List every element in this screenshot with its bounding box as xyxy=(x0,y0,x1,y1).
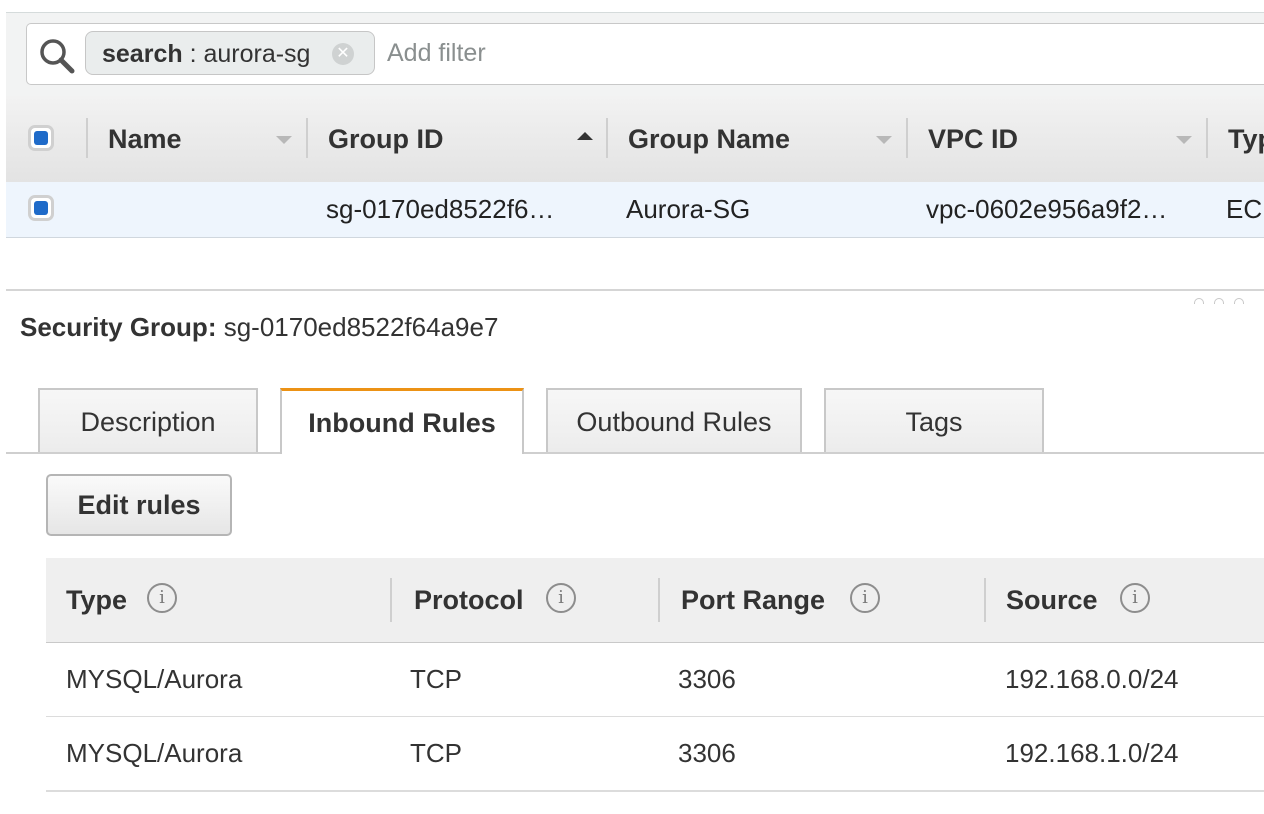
tab-tags[interactable]: Tags xyxy=(824,388,1044,452)
column-header-port-range: Port Range xyxy=(681,585,826,615)
filter-token-separator: : xyxy=(182,40,204,68)
column-divider xyxy=(86,118,88,158)
edit-rules-button[interactable]: Edit rules xyxy=(46,474,232,536)
column-divider xyxy=(390,578,392,622)
tab-inbound-rules[interactable]: Inbound Rules xyxy=(280,388,524,454)
rule-port-range: 3306 xyxy=(678,738,736,768)
rule-protocol: TCP xyxy=(410,738,462,768)
rule-type: MYSQL/Aurora xyxy=(66,738,243,768)
column-header-protocol: Protocol xyxy=(414,585,524,615)
tab-description[interactable]: Description xyxy=(38,388,258,452)
close-icon[interactable]: ✕ xyxy=(332,43,354,65)
filter-token-value: aurora-sg xyxy=(203,40,311,68)
column-header-type: Type xyxy=(66,585,128,615)
row-group-id: sg-0170ed8522f6… xyxy=(326,194,555,224)
sort-icon[interactable] xyxy=(577,132,593,140)
info-icon[interactable]: i xyxy=(1120,583,1150,613)
search-icon[interactable] xyxy=(37,36,77,76)
rule-type: MYSQL/Aurora xyxy=(66,664,243,694)
rule-source: 192.168.0.0/24 xyxy=(1005,664,1179,694)
column-divider xyxy=(658,578,660,622)
add-filter-input[interactable] xyxy=(387,24,787,82)
column-divider[interactable] xyxy=(906,118,908,158)
column-divider[interactable] xyxy=(1206,118,1208,158)
resize-grip-icon[interactable] xyxy=(1234,298,1244,304)
row-checkbox[interactable] xyxy=(28,195,54,221)
info-icon[interactable]: i xyxy=(546,583,576,613)
column-header-name[interactable]: Name xyxy=(108,96,182,182)
resize-grip-icon[interactable] xyxy=(1194,298,1204,304)
column-divider xyxy=(984,578,986,622)
sort-icon[interactable] xyxy=(876,136,892,144)
filter-token[interactable]: search : aurora-sg ✕ xyxy=(85,31,375,75)
rule-source: 192.168.1.0/24 xyxy=(1005,738,1179,768)
column-header-vpc-id[interactable]: VPC ID xyxy=(928,96,1018,182)
row-vpc-id[interactable]: vpc-0602e956a9f2… xyxy=(926,182,1167,237)
column-divider[interactable] xyxy=(606,118,608,158)
select-all-checkbox[interactable] xyxy=(28,125,54,151)
security-group-title: Security Group: sg-0170ed8522f64a9e7 xyxy=(20,312,498,343)
filter-toolbar: search : aurora-sg ✕ xyxy=(6,12,1264,97)
column-header-group-id[interactable]: Group ID xyxy=(328,96,444,182)
table-row: MYSQL/Aurora TCP 3306 192.168.0.0/24 xyxy=(46,643,1264,718)
table-row[interactable]: sg-0170ed8522f6… Aurora-SG vpc-0602e956a… xyxy=(6,182,1264,238)
security-group-label: Security Group: xyxy=(20,312,217,342)
filter-token-key: search xyxy=(102,40,183,68)
resize-grip-icon[interactable] xyxy=(1214,298,1224,304)
column-divider[interactable] xyxy=(306,118,308,158)
rule-protocol: TCP xyxy=(410,664,462,694)
row-group-name: Aurora-SG xyxy=(626,194,751,224)
rule-port-range: 3306 xyxy=(678,664,736,694)
column-header-source: Source xyxy=(1006,585,1098,615)
row-type: EC xyxy=(1226,194,1263,224)
column-header-group-name[interactable]: Group Name xyxy=(628,96,790,182)
table-row: MYSQL/Aurora TCP 3306 192.168.1.0/24 xyxy=(46,717,1264,792)
filter-bar[interactable]: search : aurora-sg ✕ xyxy=(26,23,1264,85)
tab-outbound-rules[interactable]: Outbound Rules xyxy=(546,388,802,452)
security-groups-table-header: Name Group ID Group Name VPC ID Typ xyxy=(6,96,1264,183)
sort-icon[interactable] xyxy=(276,136,292,144)
pane-resize-divider[interactable] xyxy=(6,289,1264,291)
column-header-type[interactable]: Typ xyxy=(1228,96,1264,182)
info-icon[interactable]: i xyxy=(147,583,177,613)
info-icon[interactable]: i xyxy=(850,583,880,613)
sort-icon[interactable] xyxy=(1176,136,1192,144)
inbound-rules-table-header: Type i Protocol i Port Range i Source i xyxy=(46,558,1264,643)
security-group-id: sg-0170ed8522f64a9e7 xyxy=(223,312,499,342)
